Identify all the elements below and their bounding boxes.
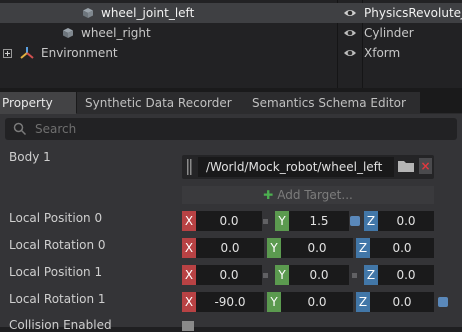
tree-item-label: wheel_joint_left [101, 6, 195, 20]
z-axis-label: Z [356, 238, 370, 258]
cube-icon [63, 28, 73, 38]
add-target-button[interactable]: ✚ Add Target... [182, 186, 434, 204]
y-axis-label: Y [275, 211, 289, 231]
body1-label: Body 1 [9, 150, 51, 164]
clear-target-button[interactable]: × [419, 158, 432, 174]
local-position-0-y-field[interactable]: 1.5 [289, 211, 349, 231]
visibility-toggle[interactable] [338, 23, 362, 43]
local-rotation-0-z-field[interactable]: 0.0 [370, 238, 434, 258]
search-icon [13, 122, 27, 136]
field-dot [438, 297, 448, 307]
local-position-0-x-field[interactable]: 0.0 [196, 211, 262, 231]
eye-icon [344, 30, 356, 36]
tab-synthetic-data-recorder[interactable]: Synthetic Data Recorder [77, 92, 249, 114]
local-position-1-label: Local Position 1 [9, 265, 103, 279]
z-axis-label: Z [356, 292, 370, 312]
local-rotation-1-y-field[interactable]: 0.0 [281, 292, 353, 312]
local-rotation-0-x-field[interactable]: 0.0 [196, 238, 264, 258]
expand-icon[interactable] [3, 49, 12, 58]
y-axis-label: Y [275, 265, 289, 285]
local-rotation-1-z-field[interactable]: 0.0 [370, 292, 434, 312]
local-position-1-x-field[interactable]: 0.0 [196, 265, 262, 285]
body1-path-field[interactable]: /World/Mock_robot/wheel_left [198, 157, 394, 177]
add-target-label: Add Target... [277, 188, 353, 202]
local-rotation-1-vector: X -90.0 Y 0.0 Z 0.0 [182, 292, 452, 312]
local-rotation-0-label: Local Rotation 0 [9, 238, 106, 252]
field-dot [263, 219, 268, 224]
z-axis-label: Z [364, 211, 378, 231]
collision-enabled-checkbox[interactable] [182, 321, 194, 331]
tab-property[interactable]: Property [0, 92, 76, 114]
visibility-toggle[interactable] [338, 43, 362, 63]
tree-row-wheel-right[interactable]: wheel_right Cylinder [0, 23, 462, 43]
visibility-toggle[interactable] [338, 3, 362, 23]
field-dot [350, 216, 360, 226]
panel-tab-bar: Property Synthetic Data Recorder Semanti… [0, 88, 462, 114]
tab-semantics-schema-editor[interactable]: Semantics Schema Editor [244, 92, 420, 114]
field-dot [352, 273, 357, 278]
local-position-0-z-field[interactable]: 0.0 [378, 211, 434, 231]
local-position-0-label: Local Position 0 [9, 211, 103, 225]
stage-tree: wheel_joint_left PhysicsRevoluteJoint wh… [0, 0, 462, 88]
y-axis-label: Y [267, 238, 281, 258]
local-rotation-1-label: Local Rotation 1 [9, 292, 106, 306]
local-rotation-0-y-field[interactable]: 0.0 [281, 238, 353, 258]
x-axis-label: X [182, 265, 196, 285]
y-axis-label: Y [267, 292, 281, 312]
z-axis-label: Z [364, 265, 378, 285]
tree-item-label: Environment [41, 46, 118, 60]
local-position-1-y-field[interactable]: 0.0 [289, 265, 349, 285]
local-position-1-z-field[interactable]: 0.0 [378, 265, 434, 285]
tree-type-label: PhysicsRevoluteJoint [364, 6, 462, 20]
eye-icon [344, 50, 356, 56]
search-placeholder: Search [35, 122, 77, 136]
tree-name-cell: Environment [0, 43, 337, 63]
tree-row-wheel-joint-left[interactable]: wheel_joint_left PhysicsRevoluteJoint [0, 3, 462, 23]
tree-item-label: wheel_right [81, 26, 151, 40]
tree-row-environment[interactable]: Environment Xform [0, 43, 462, 63]
x-axis-label: X [182, 211, 196, 231]
local-rotation-1-x-field[interactable]: -90.0 [196, 292, 264, 312]
x-axis-label: X [182, 292, 196, 312]
tree-type-label: Xform [364, 46, 401, 60]
field-dot [263, 273, 268, 278]
add-icon: ✚ [263, 188, 274, 202]
xform-icon [20, 47, 34, 59]
collision-enabled-label: Collision Enabled [9, 318, 112, 332]
drag-handle-icon[interactable] [186, 158, 194, 176]
x-axis-label: X [182, 238, 196, 258]
folder-icon[interactable] [397, 158, 415, 174]
tree-name-cell: wheel_right [0, 23, 337, 43]
tree-type-label: Cylinder [364, 26, 414, 40]
cube-icon [83, 8, 93, 18]
tree-name-cell: wheel_joint_left [0, 3, 337, 23]
eye-icon [344, 10, 356, 16]
